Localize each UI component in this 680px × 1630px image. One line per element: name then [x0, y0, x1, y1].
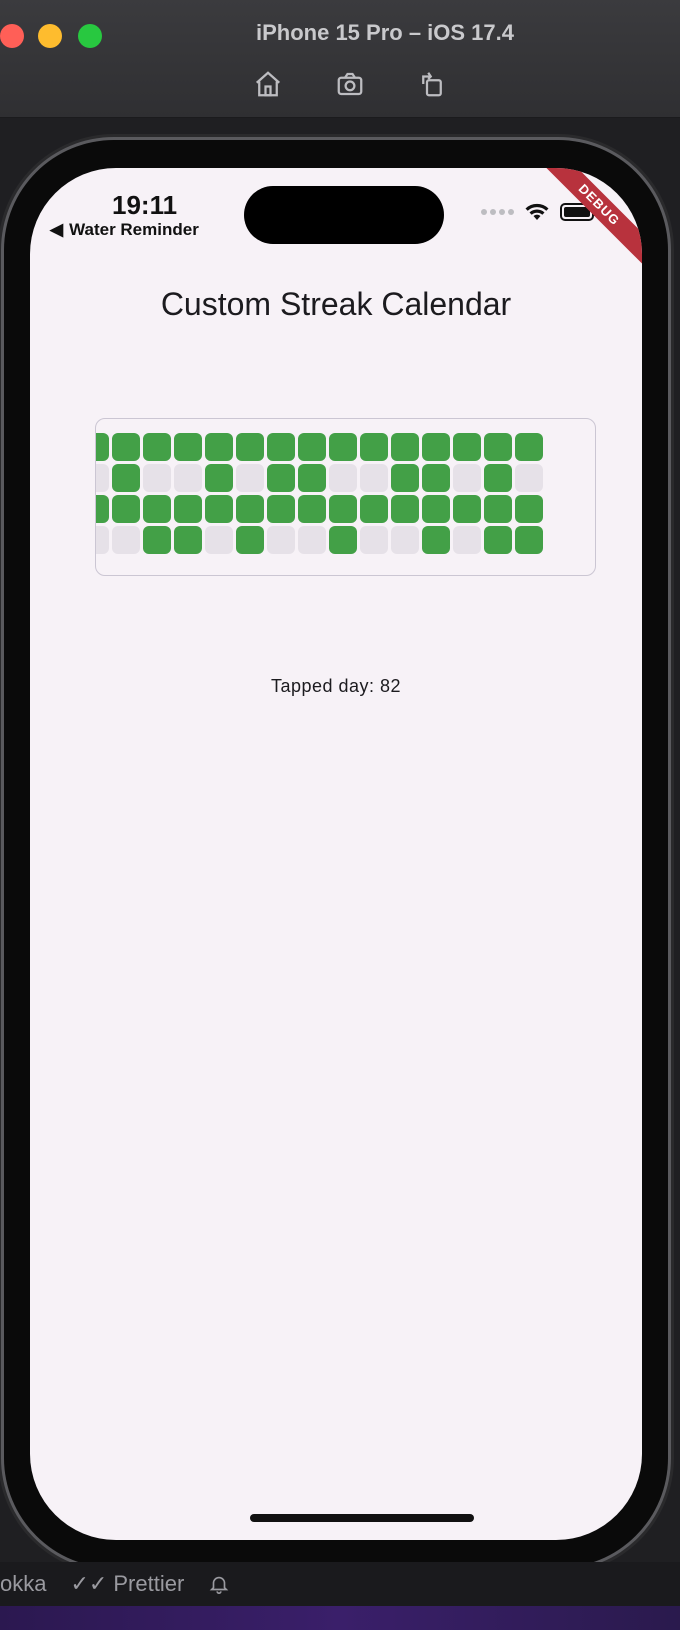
- back-arrow-icon: ◀: [50, 220, 64, 239]
- calendar-day-cell[interactable]: [267, 495, 295, 523]
- macos-dock: [0, 1606, 680, 1630]
- calendar-day-cell[interactable]: [267, 526, 295, 554]
- status-time: 19:11: [112, 190, 178, 220]
- calendar-day-cell[interactable]: [143, 495, 171, 523]
- calendar-day-cell[interactable]: [298, 495, 326, 523]
- dynamic-island: [244, 186, 444, 244]
- calendar-day-cell[interactable]: [515, 495, 543, 523]
- tapped-day-label: Tapped day: 82: [270, 676, 402, 696]
- screenshot-icon: [337, 72, 363, 96]
- calendar-day-cell[interactable]: [112, 526, 140, 554]
- calendar-day-cell[interactable]: [174, 464, 202, 492]
- calendar-day-cell[interactable]: [422, 433, 450, 461]
- calendar-day-cell[interactable]: [515, 526, 543, 554]
- calendar-day-cell[interactable]: [298, 433, 326, 461]
- calendar-day-cell[interactable]: [205, 433, 233, 461]
- calendar-day-cell[interactable]: [329, 464, 357, 492]
- calendar-day-cell[interactable]: [236, 433, 264, 461]
- statusbar-item-prettier[interactable]: ✓✓ Prettier: [70, 1571, 184, 1597]
- calendar-day-cell[interactable]: [422, 495, 450, 523]
- calendar-day-cell[interactable]: [360, 495, 388, 523]
- calendar-day-cell[interactable]: [236, 526, 264, 554]
- back-app-label: Water Reminder: [69, 220, 199, 239]
- calendar-day-cell[interactable]: [236, 464, 264, 492]
- calendar-day-cell[interactable]: [96, 495, 109, 523]
- calendar-day-cell[interactable]: [391, 526, 419, 554]
- wifi-icon: [525, 203, 549, 220]
- calendar-day-cell[interactable]: [143, 433, 171, 461]
- streak-calendar: [95, 418, 596, 576]
- screenshot-button[interactable]: [332, 66, 368, 102]
- calendar-day-cell[interactable]: [329, 526, 357, 554]
- simulator-toolbar: [250, 66, 450, 102]
- calendar-day-cell[interactable]: [329, 495, 357, 523]
- calendar-day-cell[interactable]: [453, 495, 481, 523]
- calendar-day-cell[interactable]: [484, 464, 512, 492]
- rotate-icon: [422, 72, 442, 97]
- calendar-day-cell[interactable]: [96, 433, 109, 461]
- status-icons: [481, 202, 597, 222]
- calendar-day-cell[interactable]: [453, 433, 481, 461]
- home-indicator[interactable]: [250, 1514, 474, 1522]
- calendar-day-cell[interactable]: [422, 526, 450, 554]
- calendar-day-cell[interactable]: [360, 464, 388, 492]
- calendar-day-cell[interactable]: [391, 464, 419, 492]
- calendar-day-cell[interactable]: [205, 526, 233, 554]
- calendar-day-cell[interactable]: [143, 464, 171, 492]
- home-icon: [256, 71, 280, 97]
- notifications-bell-icon[interactable]: [208, 1573, 230, 1595]
- calendar-day-cell[interactable]: [112, 495, 140, 523]
- app-screen: 19:11 ◀ Water Reminder DEBUG Custom Stre…: [30, 168, 642, 1540]
- calendar-day-cell[interactable]: [360, 433, 388, 461]
- calendar-day-cell[interactable]: [391, 495, 419, 523]
- calendar-day-cell[interactable]: [96, 464, 109, 492]
- calendar-day-cell[interactable]: [174, 526, 202, 554]
- simulator-title: iPhone 15 Pro – iOS 17.4: [256, 20, 514, 45]
- calendar-day-cell[interactable]: [298, 464, 326, 492]
- calendar-day-cell[interactable]: [422, 464, 450, 492]
- calendar-day-cell[interactable]: [484, 495, 512, 523]
- calendar-day-cell[interactable]: [453, 526, 481, 554]
- calendar-day-cell[interactable]: [174, 433, 202, 461]
- calendar-day-cell[interactable]: [329, 433, 357, 461]
- calendar-day-cell[interactable]: [360, 526, 388, 554]
- calendar-day-cell[interactable]: [112, 464, 140, 492]
- calendar-day-cell[interactable]: [515, 464, 543, 492]
- back-to-app-link[interactable]: ◀ Water Reminder: [50, 220, 199, 240]
- calendar-day-cell[interactable]: [236, 495, 264, 523]
- calendar-day-cell[interactable]: [112, 433, 140, 461]
- calendar-day-cell[interactable]: [484, 526, 512, 554]
- home-button[interactable]: [250, 66, 286, 102]
- calendar-day-cell[interactable]: [174, 495, 202, 523]
- page-title: Custom Streak Calendar: [160, 286, 512, 322]
- calendar-day-cell[interactable]: [391, 433, 419, 461]
- calendar-day-cell[interactable]: [515, 433, 543, 461]
- calendar-day-cell[interactable]: [205, 464, 233, 492]
- calendar-day-cell[interactable]: [267, 464, 295, 492]
- statusbar-item-okka[interactable]: okka: [0, 1571, 46, 1597]
- calendar-day-cell[interactable]: [267, 433, 295, 461]
- double-check-icon: ✓✓: [70, 1571, 108, 1596]
- calendar-day-cell[interactable]: [453, 464, 481, 492]
- iphone-frame: 19:11 ◀ Water Reminder DEBUG Custom Stre…: [4, 140, 668, 1568]
- simulator-titlebar: iPhone 15 Pro – iOS 17.4: [0, 0, 680, 118]
- calendar-day-cell[interactable]: [96, 526, 109, 554]
- calendar-day-cell[interactable]: [143, 526, 171, 554]
- cellular-signal-icon: [481, 209, 514, 215]
- rotate-button[interactable]: [414, 66, 450, 102]
- editor-status-bar: okka ✓✓ Prettier: [0, 1562, 680, 1606]
- calendar-day-cell[interactable]: [298, 526, 326, 554]
- calendar-day-cell[interactable]: [484, 433, 512, 461]
- calendar-day-cell[interactable]: [205, 495, 233, 523]
